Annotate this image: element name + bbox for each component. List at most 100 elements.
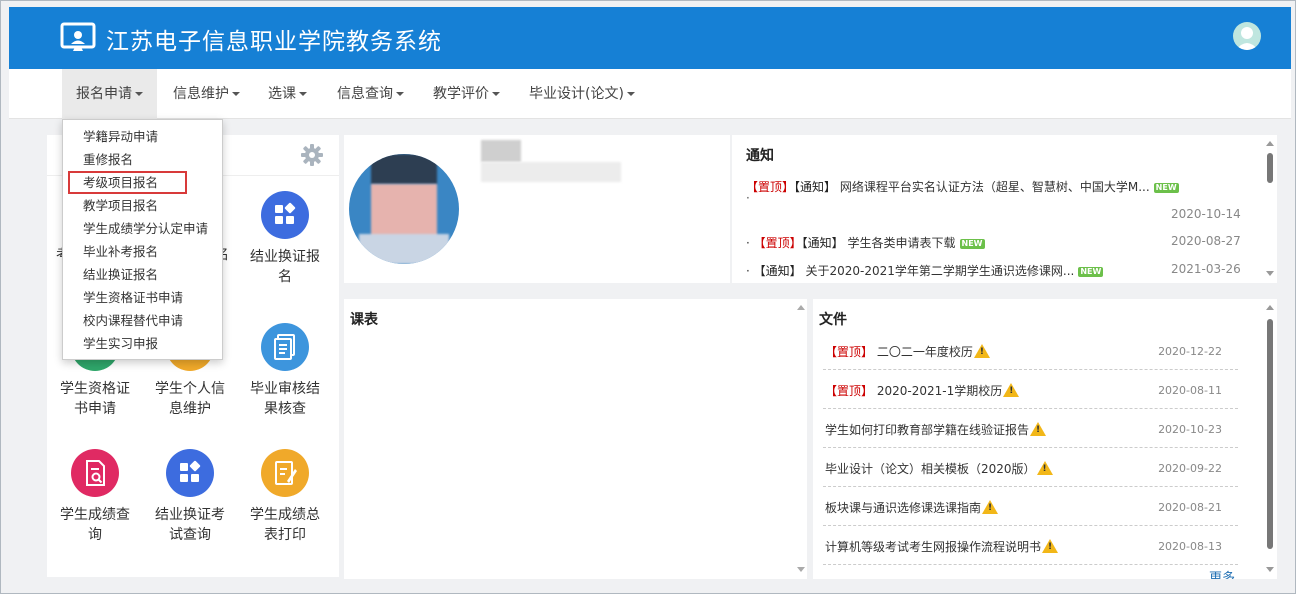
menu-item-retake[interactable]: 重修报名 [63, 148, 222, 171]
pinned-tag: 【置顶】 [825, 384, 874, 398]
report-search-icon [71, 449, 119, 497]
schedule-title: 课表 [350, 312, 378, 328]
tile-transcript-print[interactable]: 学生成绩总 表打印 [237, 449, 333, 545]
more-link[interactable]: 更多 [1209, 567, 1235, 579]
notice-text: 网络课程平台实名认证方法（超星、智慧树、中国大学M... [839, 180, 1150, 194]
menu-item-cert-exchange[interactable]: 结业换证报名 [63, 263, 222, 286]
file-date: 2020-09-22 [1158, 462, 1222, 475]
file-date: 2020-08-21 [1158, 501, 1222, 514]
tile-graduation-exam-query[interactable]: 结业换证考 试查询 [142, 449, 238, 545]
file-title: 二〇二一年度校历 [876, 345, 973, 359]
notices-panel: 通知 【置顶】【通知】 网络课程平台实名认证方法（超星、智慧树、中国大学M...… [732, 135, 1277, 283]
nav-item-label: 毕业设计(论文) [529, 86, 624, 102]
tile-label: 学生个人信 息维护 [155, 381, 225, 417]
file-row[interactable]: 毕业设计（论文）相关模板（2020版） 2020-09-22 [823, 448, 1238, 487]
grid-apps-icon [166, 449, 214, 497]
nav-item-graduation-project[interactable]: 毕业设计(论文) [515, 69, 649, 119]
caret-down-icon [492, 92, 500, 96]
file-date: 2020-08-13 [1158, 540, 1222, 553]
tile-label: 毕业审核结 果核查 [250, 381, 320, 417]
nav-item-label: 教学评价 [433, 86, 489, 102]
menu-item-internship[interactable]: 学生实习申报 [63, 332, 222, 355]
warning-icon [1042, 539, 1059, 553]
pinned-tag: 【置顶】 [825, 345, 874, 359]
file-title: 学生如何打印教育部学籍在线验证报告 [825, 423, 1030, 437]
warning-icon [973, 344, 990, 358]
file-title: 毕业设计（论文）相关模板（2020版） [825, 462, 1036, 476]
tile-graduation-audit[interactable]: 毕业审核结 果核查 [237, 323, 333, 419]
schedule-panel: 课表 [344, 299, 807, 579]
menu-item-grade-exam[interactable]: 考级项目报名 [68, 171, 187, 194]
scroll-up-icon[interactable] [1266, 305, 1274, 310]
scroll-up-icon[interactable] [797, 305, 805, 310]
new-badge: NEW [1078, 266, 1104, 277]
system-title: 江苏电子信息职业学院教务系统 [106, 29, 442, 55]
notice-row[interactable]: 【置顶】【通知】 网络课程平台实名认证方法（超星、智慧树、中国大学M... NEW [746, 178, 1246, 195]
monitor-logo-icon [60, 22, 96, 51]
caret-down-icon [135, 92, 143, 96]
file-row[interactable]: 【置顶】 二〇二一年度校历 2020-12-22 [823, 331, 1238, 370]
scroll-down-icon[interactable] [1266, 271, 1274, 276]
tile-graduation-cert-exchange[interactable]: 结业换证报名 [237, 191, 333, 287]
nav-item-course-selection[interactable]: 选课 [254, 69, 321, 119]
tile-label: 学生资格证 书申请 [60, 381, 130, 417]
redacted-info [481, 162, 621, 182]
warning-icon [1003, 383, 1020, 397]
edit-document-icon [261, 449, 309, 497]
warning-icon [1036, 461, 1053, 475]
notice-text: 学生各类申请表下载 [847, 236, 956, 250]
gear-icon[interactable] [300, 143, 324, 167]
menu-item-makeup-exam[interactable]: 毕业补考报名 [63, 240, 222, 263]
file-row[interactable]: 板块课与通识选修课选课指南 2020-08-21 [823, 487, 1238, 526]
file-date: 2020-08-11 [1158, 384, 1222, 397]
menu-item-status-change[interactable]: 学籍异动申请 [63, 125, 222, 148]
notice-date: 2020-08-27 [1171, 234, 1241, 248]
nav-item-teaching-evaluation[interactable]: 教学评价 [419, 69, 514, 119]
file-date: 2020-12-22 [1158, 345, 1222, 358]
pinned-tag: 【置顶】 [753, 236, 802, 250]
file-row[interactable]: 计算机等级考试考生网报操作流程说明书 2020-08-13 [823, 526, 1238, 565]
tile-grade-query[interactable]: 学生成绩查询 [47, 449, 143, 545]
file-title: 板块课与通识选修课选课指南 [825, 501, 982, 515]
menu-item-qualification-cert[interactable]: 学生资格证书申请 [63, 286, 222, 309]
scroll-down-icon[interactable] [1266, 567, 1274, 572]
notice-text: 关于2020-2021学年第二学期学生通识选修课网... [805, 264, 1075, 278]
file-date: 2020-10-23 [1158, 423, 1222, 436]
warning-icon [1030, 422, 1047, 436]
user-avatar[interactable] [1233, 22, 1261, 50]
warning-icon [982, 500, 999, 514]
profile-card [344, 135, 730, 283]
scroll-up-icon[interactable] [1266, 141, 1274, 146]
files-title: 文件 [819, 312, 847, 328]
header-bar: 江苏电子信息职业学院教务系统 [9, 7, 1291, 69]
tile-label: 学生成绩总 表打印 [250, 507, 320, 543]
file-row[interactable]: 【置顶】 2020-2021-1学期校历 2020-08-11 [823, 370, 1238, 409]
caret-down-icon [299, 92, 307, 96]
tile-label: 学生成绩查询 [60, 507, 130, 543]
bullet: · [746, 191, 750, 205]
scroll-down-icon[interactable] [797, 567, 805, 572]
new-badge: NEW [959, 238, 985, 249]
menu-item-course-substitution[interactable]: 校内课程替代申请 [63, 309, 222, 332]
nav-item-label: 报名申请 [76, 86, 132, 102]
notices-title: 通知 [746, 148, 774, 164]
enrollment-dropdown-menu: 学籍异动申请 重修报名 考级项目报名 教学项目报名 学生成绩学分认定申请 毕业补… [62, 119, 223, 360]
nav-item-info-maintenance[interactable]: 信息维护 [159, 69, 254, 119]
nav-item-enrollment[interactable]: 报名申请 [62, 69, 157, 119]
menu-item-teaching-project[interactable]: 教学项目报名 [63, 194, 222, 217]
main-nav: 报名申请 信息维护 选课 信息查询 教学评价 毕业设计(论文) [9, 69, 1291, 119]
nav-item-label: 信息查询 [337, 86, 393, 102]
tile-label: 结业换证报名 [250, 249, 320, 285]
file-row[interactable]: 学生如何打印教育部学籍在线验证报告 2020-10-23 [823, 409, 1238, 448]
documents-icon [261, 323, 309, 371]
caret-down-icon [396, 92, 404, 96]
file-title: 2020-2021-1学期校历 [876, 384, 1003, 398]
nav-item-info-query[interactable]: 信息查询 [323, 69, 418, 119]
student-photo [349, 154, 459, 264]
menu-item-credit-recognition[interactable]: 学生成绩学分认定申请 [63, 217, 222, 240]
files-scrollbar[interactable] [1267, 319, 1273, 549]
notice-tag: 【通知】 [794, 180, 837, 194]
notice-tag: 【通知】 [801, 236, 844, 250]
notices-scrollbar[interactable] [1267, 153, 1273, 183]
caret-down-icon [626, 92, 635, 96]
